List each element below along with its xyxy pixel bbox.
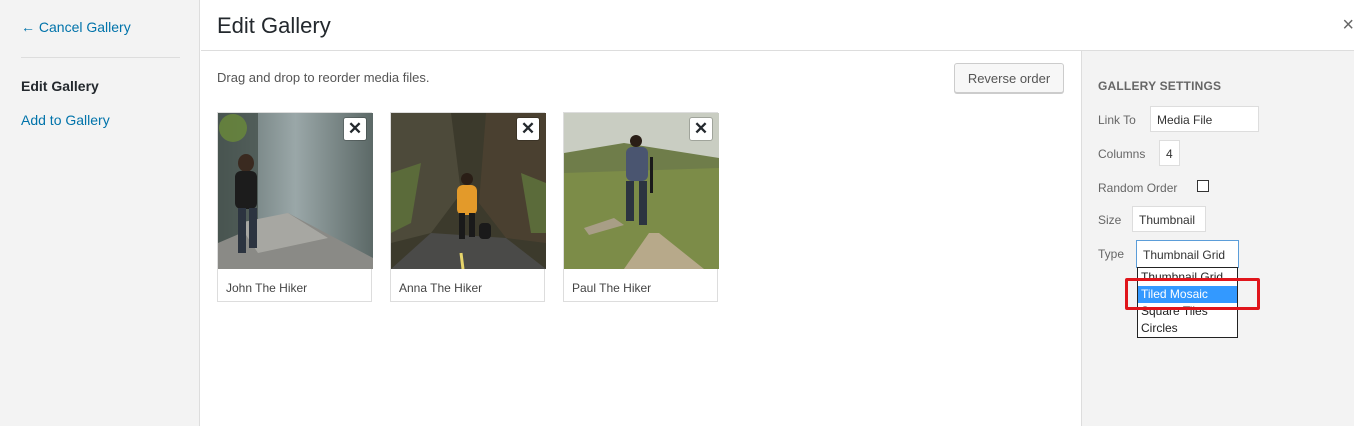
annotation-highlight-box <box>1125 278 1260 310</box>
type-option-circles[interactable]: Circles <box>1138 320 1237 337</box>
menu-separator <box>21 57 180 58</box>
gallery-content: Drag and drop to reorder media files. Re… <box>201 51 1081 426</box>
gallery-settings-sidebar: Gallery Settings Link To Media File Colu… <box>1081 51 1354 426</box>
type-label: Type <box>1098 247 1125 261</box>
item-caption: Paul The Hiker <box>572 281 652 295</box>
gallery-item-paul[interactable]: ✕ Paul The Hiker <box>563 112 719 302</box>
link-to-select[interactable]: Media File <box>1150 106 1259 132</box>
columns-label: Columns <box>1098 147 1146 161</box>
type-select[interactable]: Thumbnail Grid <box>1136 240 1239 268</box>
random-order-label: Random Order <box>1098 181 1178 195</box>
columns-select[interactable]: 4 <box>1159 140 1180 166</box>
menu-item-add-to-gallery[interactable]: Add to Gallery <box>21 112 110 128</box>
remove-item-button[interactable]: ✕ <box>690 118 712 140</box>
link-to-label: Link To <box>1098 113 1136 127</box>
media-frame-menu: ← Cancel Gallery Edit Gallery Add to Gal… <box>0 0 200 426</box>
item-caption: Anna The Hiker <box>399 281 483 295</box>
menu-item-edit-gallery[interactable]: Edit Gallery <box>21 78 99 94</box>
gallery-item-anna[interactable]: ✕ Anna The Hiker <box>390 112 546 302</box>
size-select[interactable]: Thumbnail <box>1132 206 1206 232</box>
reverse-order-button[interactable]: Reverse order <box>954 63 1064 93</box>
reorder-hint: Drag and drop to reorder media files. <box>217 70 430 85</box>
size-label: Size <box>1098 213 1122 227</box>
frame-title-bar: Edit Gallery × <box>201 0 1354 51</box>
settings-heading: Gallery Settings <box>1098 79 1222 93</box>
random-order-checkbox[interactable] <box>1197 180 1209 192</box>
item-caption: John The Hiker <box>226 281 308 295</box>
remove-item-button[interactable]: ✕ <box>344 118 366 140</box>
cancel-gallery-link[interactable]: ← Cancel Gallery <box>21 19 131 35</box>
page-title: Edit Gallery <box>217 13 331 38</box>
remove-item-button[interactable]: ✕ <box>517 118 539 140</box>
close-icon[interactable]: × <box>1342 14 1354 37</box>
gallery-item-john[interactable]: ✕ John The Hiker <box>217 112 373 302</box>
